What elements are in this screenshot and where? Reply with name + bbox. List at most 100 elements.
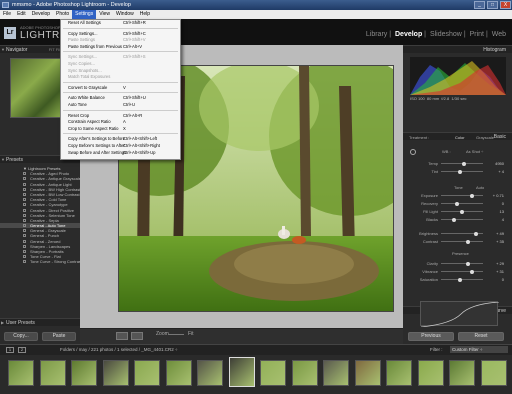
slider-track[interactable] [441,195,483,196]
filmstrip-thumbnail[interactable] [354,360,381,386]
filter-dropdown[interactable]: Custom Filter ÷ [450,346,508,353]
filmstrip-thumbnail[interactable] [228,357,255,387]
filmstrip-thumbnail[interactable] [449,360,475,386]
slider-value[interactable]: 4950 [484,161,504,166]
slider-value[interactable]: 0 [484,201,504,206]
filmstrip-thumbnail[interactable] [417,360,444,386]
close-button[interactable]: X [500,1,511,9]
filmstrip-thumbnail[interactable] [291,360,318,386]
filmstrip-thumbnail[interactable] [8,360,34,386]
menu-file[interactable]: File [0,10,14,19]
minimize-button[interactable]: _ [474,1,485,9]
menu-item[interactable]: Copy After's Settings to Before Ctrl+Alt+… [61,136,180,143]
slider-track[interactable] [441,219,483,220]
slider-knob[interactable] [455,201,459,206]
module-library[interactable]: Library [366,31,387,38]
filmstrip-thumbnail[interactable] [323,360,349,386]
slider-knob[interactable] [458,169,462,174]
slider-value[interactable]: + 35 [484,239,504,244]
filmstrip-thumbnail[interactable] [39,360,66,386]
menu-settings[interactable]: Settings [72,10,97,19]
slider-knob[interactable] [452,217,456,222]
menu-item[interactable]: Constrain Aspect Ratio A [61,119,180,126]
menu-item[interactable]: Paste Settings from Previous Ctrl+Alt+V [61,44,180,51]
page-1-button[interactable]: 1 [6,347,14,353]
filmstrip-thumbnail[interactable] [134,360,160,386]
filmstrip-thumbnail[interactable] [480,360,507,386]
slider-track[interactable] [441,203,483,204]
menu-item[interactable]: Reset All Settings Ctrl+Shift+R [61,20,180,27]
menu-view[interactable]: View [96,10,113,19]
menu-item[interactable]: Convert to Grayscale V [61,85,180,92]
module-develop[interactable]: Develop [395,31,422,38]
paste-button[interactable]: Paste [42,332,76,341]
slider-knob[interactable] [466,261,470,266]
user-presets-header[interactable]: ▶ User Presets [0,318,80,326]
page-2-button[interactable]: 2 [18,347,26,353]
slider-value[interactable]: + 31 [484,269,504,274]
slider-knob[interactable] [462,161,466,166]
wb-dropdown[interactable]: As Shot ÷ [466,149,483,154]
slider-knob[interactable] [470,269,474,274]
slider-value[interactable]: + 49 [484,231,504,236]
slider-value[interactable]: 13 [484,209,504,214]
filmstrip-thumbnail[interactable] [197,360,223,386]
filmstrip-thumbnail[interactable] [102,360,129,386]
menu-edit[interactable]: Edit [14,10,29,19]
menu-item[interactable]: Copy Settings... Ctrl+Shift+C [61,31,180,38]
preset-icon [23,234,26,238]
filmstrip-thumbnail[interactable] [71,360,97,386]
slider-track[interactable] [441,171,483,172]
histogram-header[interactable]: Histogram [403,45,512,53]
menu-photo[interactable]: Photo [53,10,72,19]
treatment-label: Treatment : [409,135,430,140]
slider-knob[interactable] [470,193,474,198]
maximize-button[interactable]: □ [487,1,498,9]
menu-item[interactable]: Swap Before and After Settings Ctrl+Alt+S… [61,150,180,157]
zoom-slider[interactable] [168,334,184,335]
slider-knob[interactable] [466,239,470,244]
reset-button[interactable]: Reset [458,332,504,341]
loupe-view-icon[interactable] [116,332,128,340]
module-web[interactable]: Web [492,31,506,38]
copy-button[interactable]: Copy... [4,332,38,341]
menu-help[interactable]: Help [137,10,153,19]
menu-item[interactable]: Crop to Same Aspect Ratio X [61,126,180,133]
previous-button[interactable]: Previous [408,332,454,341]
before-after-view-icon[interactable] [131,332,143,340]
wb-selector-icon[interactable] [410,149,416,155]
slider-track[interactable] [441,271,483,272]
tone-curve-graph[interactable] [420,301,500,328]
treatment-grayscale[interactable]: Grayscale [476,135,494,140]
menu-item[interactable]: Auto Tone Ctrl+U [61,102,180,109]
slider-value[interactable]: 4 [484,217,504,222]
slider-track[interactable] [441,279,483,280]
slider-value[interactable]: + 29 [484,261,504,266]
slider-track[interactable] [441,241,483,242]
filmstrip-path[interactable]: Folders / may / 221 photos / 1 selected … [60,347,178,352]
slider-value[interactable]: + 0.71 [484,193,504,198]
slider-knob[interactable] [458,277,462,282]
slider-knob[interactable] [460,209,464,214]
menu-develop[interactable]: Develop [29,10,53,19]
filmstrip-thumbnail[interactable] [165,360,192,386]
auto-tone-button[interactable]: Auto [476,185,484,190]
menu-item-label: Paste Settings [68,37,96,43]
slider-knob[interactable] [474,231,478,236]
filmstrip-thumbnail[interactable] [386,360,412,386]
menu-item[interactable]: Copy Before's Settings to After Ctrl+Alt+… [61,143,180,150]
menu-separator [63,91,178,94]
module-slideshow[interactable]: Slideshow [430,31,462,38]
menu-item[interactable]: Reset Crop Ctrl+Alt+R [61,113,180,120]
presence-label: Presence [452,251,469,256]
slider-value[interactable]: + 4 [484,169,504,174]
slider-value[interactable]: 0 [484,277,504,282]
slider-label: Fill Light [423,209,438,214]
menu-item[interactable]: Auto White Balance Ctrl+Shift+U [61,95,180,102]
slider-track[interactable] [441,263,483,264]
module-print[interactable]: Print [470,31,484,38]
menu-window[interactable]: Window [113,10,137,19]
treatment-color[interactable]: Color [455,135,465,140]
filmstrip-thumbnail[interactable] [260,360,286,386]
preset-item[interactable]: Tone Curve - Strong Contrast [0,259,80,264]
